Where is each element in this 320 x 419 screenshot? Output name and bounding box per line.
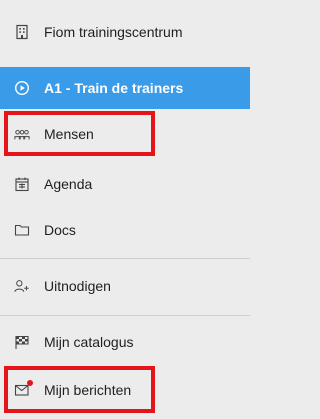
play-circle-icon [13,79,31,97]
people-icon [13,125,31,143]
org-label: Fiom trainingscentrum [44,24,183,40]
sidebar-item-messages[interactable]: Mijn berichten [0,370,250,410]
flag-checkered-icon [13,333,31,351]
sidebar-item-invite[interactable]: Uitnodigen [0,266,250,306]
sidebar-item-label: Uitnodigen [44,278,111,294]
envelope-icon [13,380,33,399]
sidebar-item-label: Docs [44,222,76,238]
org-item[interactable]: Fiom trainingscentrum [0,12,250,52]
sidebar-item-label: Agenda [44,176,93,192]
calendar-icon [13,175,31,193]
sidebar: Fiom trainingscentrum A1 - Train de trai… [0,0,250,419]
sidebar-item-label: Mensen [44,126,94,142]
folder-icon [13,221,31,239]
divider [0,315,250,316]
sidebar-item-agenda[interactable]: Agenda [0,164,250,204]
sidebar-item-label: Mijn berichten [44,382,132,398]
user-plus-icon [13,277,31,295]
active-course-item[interactable]: A1 - Train de trainers [0,67,250,109]
sidebar-item-docs[interactable]: Docs [0,210,250,250]
divider [0,258,250,259]
sidebar-item-label: Mijn catalogus [44,334,134,350]
unread-badge [27,380,33,386]
sidebar-item-catalog[interactable]: Mijn catalogus [0,322,250,362]
building-icon [13,23,31,41]
sidebar-item-people[interactable]: Mensen [0,114,250,154]
active-course-label: A1 - Train de trainers [44,80,184,96]
